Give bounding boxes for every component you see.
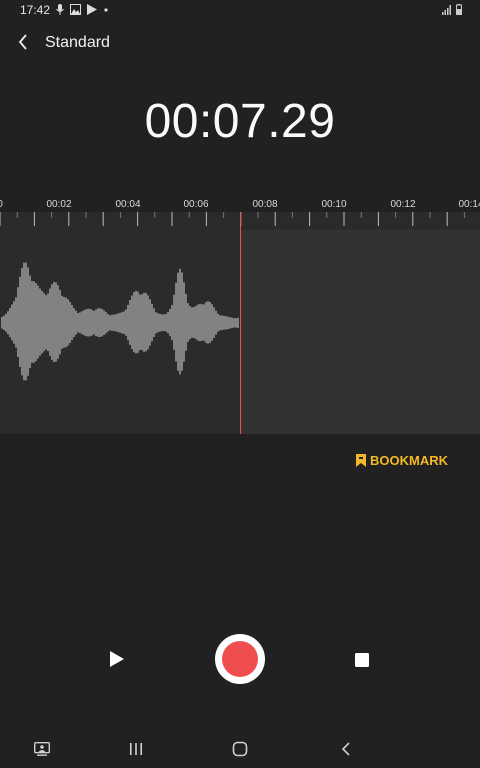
play-store-icon	[87, 4, 97, 15]
timeline-label: 00:02	[46, 199, 72, 210]
notification-icons	[56, 4, 109, 15]
nav-back-button[interactable]	[334, 738, 358, 760]
timeline-label: 00:04	[115, 199, 141, 210]
screenshot-button[interactable]	[30, 738, 54, 760]
recents-icon	[130, 743, 142, 755]
play-button[interactable]	[104, 646, 130, 672]
navigation-bar	[0, 730, 480, 768]
chevron-left-icon	[18, 34, 27, 50]
timeline-label: 00:10	[321, 199, 347, 210]
timeline-label: 00:06	[183, 199, 209, 210]
back-icon	[341, 742, 350, 756]
timeline-label: 00:08	[252, 199, 278, 210]
microphone-icon	[56, 4, 64, 15]
battery-icon	[456, 4, 462, 15]
timeline-label: 0	[0, 199, 3, 210]
screenshot-icon	[34, 742, 50, 756]
timeline-label: 00:12	[390, 199, 416, 210]
home-button[interactable]	[228, 738, 252, 760]
page-title: Standard	[45, 34, 110, 51]
recording-timer: 00:07.29	[144, 95, 336, 148]
back-button[interactable]	[10, 28, 36, 56]
record-button[interactable]	[215, 634, 265, 684]
recording-controls	[0, 630, 480, 690]
signal-icon	[442, 4, 451, 15]
home-icon	[232, 741, 248, 757]
bookmark-icon	[356, 454, 366, 467]
dot-icon	[104, 8, 108, 12]
bookmark-button[interactable]: BOOKMARK	[356, 453, 448, 468]
app-bar: Standard	[0, 28, 480, 58]
stop-icon	[355, 653, 369, 667]
recents-button[interactable]	[124, 738, 148, 760]
playhead[interactable]	[240, 212, 241, 434]
bookmark-label: BOOKMARK	[370, 453, 448, 468]
status-bar: 17:42	[0, 0, 480, 22]
timeline-label: 00:14	[458, 199, 480, 210]
record-icon	[222, 641, 258, 677]
system-icons	[442, 4, 462, 15]
play-icon	[110, 651, 124, 667]
image-icon	[70, 4, 81, 15]
stop-button[interactable]	[352, 650, 372, 670]
status-time: 17:42	[20, 3, 51, 17]
